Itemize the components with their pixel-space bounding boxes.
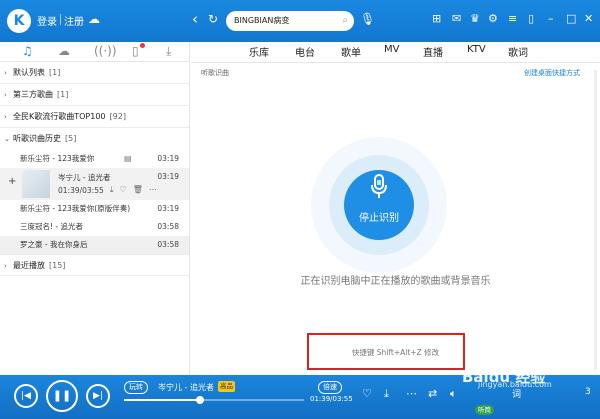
download-icon[interactable]: ⤓ [166,44,171,59]
close-icon[interactable]: ✕ [584,12,593,25]
album-thumbnail [22,170,50,198]
song-row[interactable]: 罗之豪 - 我在你身后 03:58 [0,236,189,254]
mail-icon[interactable]: ✉ [452,12,461,25]
create-shortcut-link[interactable]: 创建桌面快捷方式 [524,68,580,78]
progress-fill [124,399,200,401]
speed-button[interactable]: 倍速 [318,381,342,394]
chevron-right-icon: › [4,69,7,77]
next-button[interactable]: ▶| [86,384,110,408]
search-icon[interactable]: ⌕ [342,11,348,31]
app-logo: K [7,9,31,33]
add-icon[interactable]: + [8,176,16,187]
recognition-hint: 正在识别电脑中正在播放的歌曲或背景音乐 [300,276,491,287]
minimize-icon[interactable]: – [548,12,554,25]
playlist-panel: ♫ ☁ ((·)) ▯ ⤓ › 默认列表 [1] › 第三方歌曲 [1] › 全民K… [0,42,190,375]
stop-recognition-label: 停止识别 [359,213,399,224]
group-top100[interactable]: › 全民K歌流行歌曲TOP100 [92] [0,106,189,128]
group-recent[interactable]: › 最近播放 [15] [0,254,189,276]
heart-icon[interactable]: ♡ [362,387,372,400]
device-icon[interactable]: ▯ [132,44,139,58]
mic-icon[interactable]: 🎙︎ [360,12,375,26]
tab-lyrics[interactable]: 歌词 [508,44,528,59]
search-input[interactable]: BINGBIAN病变 ⌕ [226,11,354,31]
search-value: BINGBIAN病变 [234,16,290,25]
title-bar: K 登录 注册 ☁ ‹ ↻ BINGBIAN病变 ⌕ 🎙︎ ⊞ ✉ ♛ ⚙ ≡ … [0,0,600,42]
quality-badge[interactable]: 高品 [218,381,235,392]
chevron-right-icon: › [4,113,7,121]
more-icon[interactable]: ⋯ [406,387,417,400]
maximize-icon[interactable]: □ [566,12,576,25]
baidu-watermark-url: jingyan.baidu.com [478,380,552,389]
song-row[interactable]: 新乐尘符 - 123我爱你 ▤ 03:19 [0,150,189,168]
notification-dot [140,43,145,48]
menu-icon[interactable]: ≡ [508,12,517,25]
left-tab-bar: ♫ ☁ ((·)) ▯ ⤓ [0,42,189,62]
group-third-party[interactable]: › 第三方歌曲 [1] [0,84,189,106]
tab-divider [191,62,600,63]
now-playing-title: 岑宁儿 - 追光者 [158,383,214,392]
more-icon[interactable]: ⋯ [149,185,163,194]
heart-icon[interactable]: ♡ [120,185,133,194]
skin-icon[interactable]: ♛ [470,12,480,25]
mv-icon[interactable]: ▤ [124,150,132,168]
page-title: 听歌识曲 [201,69,229,77]
loop-icon[interactable]: ⇄ [428,387,437,400]
microphone-icon [371,174,387,198]
mini-mode-icon[interactable]: ▯ [528,12,534,25]
chevron-right-icon: › [4,262,7,270]
progress-bar[interactable] [124,396,304,404]
game-icon[interactable]: ⊞ [432,12,441,25]
gear-icon[interactable]: ⚙ [488,12,498,25]
mode-button[interactable]: 玩转 [124,381,148,394]
tab-live[interactable]: 直播 [423,44,443,59]
tab-mv[interactable]: MV [384,44,399,55]
download-icon[interactable]: ⤓ [384,387,389,401]
tab-library[interactable]: 乐库 [249,44,269,59]
register-link[interactable]: 注册 [64,13,84,28]
song-row[interactable]: 新乐尘符 - 123我爱你(原版伴奏) 03:19 [0,200,189,218]
highlight-box [307,333,465,370]
back-arrow-icon[interactable]: ‹ [192,10,198,28]
cloud-icon[interactable]: ☁ [88,12,100,26]
tab-playlist[interactable]: 歌单 [341,44,361,59]
content-tab-bar: 乐库 电台 歌单 MV 直播 KTV 歌词 [191,42,600,62]
kugou-window: K 登录 注册 ☁ ‹ ↻ BINGBIAN病变 ⌕ 🎙︎ ⊞ ✉ ♛ ⚙ ≡ … [0,0,600,419]
chevron-down-icon: ⌄ [4,135,10,143]
song-actions: ⤓♡🗑︎⋯ [110,185,163,195]
tab-radio[interactable]: 电台 [295,44,315,59]
group-recognize-history[interactable]: ⌄ 听歌识曲历史 [5] [0,128,189,150]
main-content: 乐库 电台 歌单 MV 直播 KTV 歌词 听歌识曲 创建桌面快捷方式 停止识别… [191,42,600,375]
login-link[interactable]: 登录 [37,13,57,28]
pause-button[interactable]: ❚❚ [46,380,78,412]
cloud-icon[interactable]: ☁ [58,44,70,58]
volume-icon[interactable]: 🔈︎ [450,387,457,401]
login-separator [60,14,61,25]
previous-button[interactable]: |◀ [14,384,38,408]
chevron-right-icon: › [4,91,7,99]
progress-knob[interactable] [195,396,204,404]
scrollbar[interactable] [594,70,597,370]
playlist-count[interactable]: 3 [585,387,591,397]
trash-icon[interactable]: 🗑︎ [133,185,149,194]
song-row-playing[interactable]: + 岑宁儿 - 追光者 01:39/03:55 ⤓♡🗑︎⋯ 03:19 [0,168,189,200]
download-icon[interactable]: ⤓ [110,185,120,194]
radio-icon[interactable]: ((·)) [94,44,117,58]
music-note-icon[interactable]: ♫ [22,44,33,58]
song-row[interactable]: 三度冠名! - 追光者 03:58 [0,218,189,236]
refresh-icon[interactable]: ↻ [208,12,218,26]
tab-ktv[interactable]: KTV [467,44,486,55]
player-time: 01:39/03:55 [310,395,353,403]
listen-badge[interactable]: 听筒 [475,405,494,415]
group-default[interactable]: › 默认列表 [1] [0,62,189,84]
